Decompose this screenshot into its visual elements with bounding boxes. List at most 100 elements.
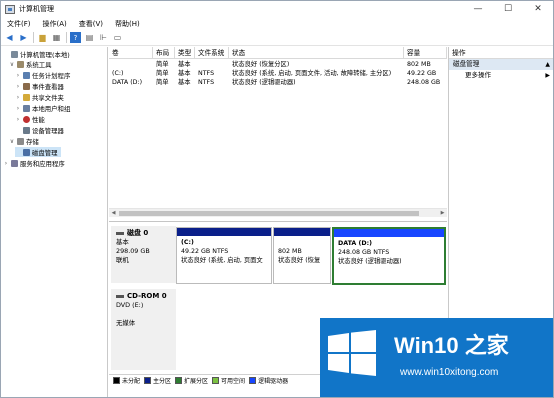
tree-item-shared-folders[interactable]: › 共享文件夹	[15, 92, 64, 102]
help-icon[interactable]: ?	[70, 32, 81, 43]
partition-size: 49.22 GB NTFS	[181, 248, 229, 255]
column-header-layout[interactable]: 布局	[153, 47, 175, 59]
legend-swatch	[113, 377, 120, 384]
menu-help[interactable]: 帮助(H)	[109, 19, 146, 29]
partition-size: 248.08 GB NTFS	[338, 249, 390, 256]
legend-item: 扩展分区	[175, 376, 208, 385]
cell-type: 基本	[178, 79, 191, 86]
tree-item-performance[interactable]: › 性能	[15, 114, 45, 124]
show-hide-tree-icon[interactable]: ▦	[51, 32, 62, 43]
legend-item: 未分配	[113, 376, 140, 385]
partition-recovery[interactable]: 802 MB 状态良好 (恢复	[273, 227, 331, 284]
tree-item-services-apps[interactable]: › 服务和应用程序	[3, 158, 65, 168]
tree-item-task-scheduler[interactable]: › 任务计划程序	[15, 70, 70, 80]
disk-action-icon[interactable]: ⊩	[98, 32, 109, 43]
view-icon[interactable]: ▭	[112, 32, 123, 43]
partition-data-d[interactable]: DATA (D:) 248.08 GB NTFS 状态良好 (逻辑驱动器)	[332, 227, 446, 285]
scrollbar-thumb[interactable]	[119, 211, 419, 216]
volume-table-header: 卷 布局 类型 文件系统 状态 容量	[109, 47, 447, 59]
menu-file[interactable]: 文件(F)	[1, 19, 37, 29]
legend-label: 可用空间	[221, 378, 246, 385]
window-title: 计算机管理	[19, 5, 54, 13]
column-header-capacity[interactable]: 容量	[404, 47, 447, 59]
column-header-filesystem[interactable]: 文件系统	[195, 47, 229, 59]
minimize-button[interactable]: —	[463, 1, 493, 17]
tree-item-storage[interactable]: ∨ 存储	[9, 136, 39, 146]
properties-icon[interactable]: ▤	[84, 32, 95, 43]
more-actions-item[interactable]: 更多操作 ▶	[449, 70, 553, 81]
table-row[interactable]: (C:) 简单 基本 NTFS 状态良好 (系统, 启动, 页面文件, 活动, …	[109, 69, 447, 78]
horizontal-scrollbar[interactable]: ◀ ▶	[109, 208, 447, 217]
tree-item-local-users[interactable]: › 本地用户和组	[15, 103, 70, 113]
cell-filesystem: NTFS	[198, 70, 215, 77]
disk-status: 无媒体	[116, 319, 136, 327]
legend-item: 可用空间	[212, 376, 245, 385]
menu-view[interactable]: 查看(V)	[73, 19, 109, 29]
expander-icon[interactable]: ›	[15, 94, 21, 101]
legend-label: 主分区	[153, 378, 172, 385]
users-icon	[23, 104, 30, 112]
collapse-icon[interactable]: ▲	[545, 59, 550, 70]
legend-label: 未分配	[122, 378, 141, 385]
tree-item-device-manager[interactable]: 设备管理器	[15, 125, 64, 135]
column-header-type[interactable]: 类型	[175, 47, 195, 59]
expander-icon[interactable]: ›	[15, 105, 21, 112]
tree-item-computer-management[interactable]: 计算机管理(本地)	[3, 49, 70, 59]
cell-layout: 简单	[156, 70, 169, 77]
cell-capacity: 802 MB	[407, 61, 431, 68]
partition-status: 状态良好 (逻辑驱动器)	[338, 258, 402, 265]
expander-icon[interactable]: ›	[15, 83, 21, 90]
actions-section-disk-management[interactable]: 磁盘管理 ▲	[449, 59, 553, 70]
clock-icon	[23, 71, 30, 79]
cell-type: 基本	[178, 70, 191, 77]
back-icon[interactable]: ◀	[4, 32, 15, 43]
toolbar: ◀ ▶ ▆ ▦ ? ▤ ⊩ ▭	[1, 30, 553, 46]
disk-0-info[interactable]: 磁盘 0 基本 298.09 GB 联机	[111, 226, 176, 283]
tree-item-event-viewer[interactable]: › 事件查看器	[15, 81, 64, 91]
cdrom-0-info[interactable]: CD-ROM 0 DVD (E:) 无媒体	[111, 289, 176, 370]
legend-item: 逻辑驱动器	[249, 376, 288, 385]
cell-filesystem	[195, 60, 229, 69]
navigation-tree: 计算机管理(本地) ∨ 系统工具 › 任务计划程序 › 事件查看器 › 共享文件…	[1, 47, 108, 397]
storage-icon	[17, 137, 24, 145]
toolbar-separator	[66, 32, 67, 43]
table-row[interactable]: DATA (D:) 简单 基本 NTFS 状态良好 (逻辑驱动器) 248.08…	[109, 78, 447, 87]
disk-icon	[116, 232, 124, 235]
tree-item-label: 磁盘管理	[32, 148, 58, 157]
expander-icon[interactable]: ∨	[9, 61, 15, 68]
scroll-left-icon[interactable]: ◀	[109, 209, 118, 218]
legend-swatch	[212, 377, 220, 384]
expander-icon[interactable]: ∨	[9, 138, 15, 145]
partition-title: (C:)	[181, 239, 194, 246]
up-folder-icon[interactable]: ▆	[37, 32, 48, 43]
disk-name: CD-ROM 0	[127, 292, 167, 300]
legend-swatch	[144, 377, 152, 384]
cell-volume: DATA (D:)	[112, 79, 143, 86]
tree-item-label: 存储	[26, 137, 39, 146]
table-row[interactable]: 简单 基本 状态良好 (恢复分区) 802 MB	[109, 60, 447, 69]
forward-icon[interactable]: ▶	[18, 32, 29, 43]
partition-status: 状态良好 (系统, 启动, 页面文	[181, 257, 263, 264]
cell-volume: (C:)	[112, 70, 124, 77]
submenu-arrow-icon: ▶	[545, 72, 550, 79]
scroll-right-icon[interactable]: ▶	[438, 209, 447, 218]
expander-icon[interactable]: ›	[3, 160, 9, 167]
menu-action[interactable]: 操作(A)	[37, 19, 73, 29]
actions-header: 操作	[449, 47, 553, 59]
tree-item-label: 性能	[32, 115, 45, 124]
column-header-status[interactable]: 状态	[229, 47, 404, 59]
tree-item-system-tools[interactable]: ∨ 系统工具	[9, 59, 52, 69]
expander-icon[interactable]: ›	[15, 72, 21, 79]
partition-c[interactable]: (C:) 49.22 GB NTFS 状态良好 (系统, 启动, 页面文	[176, 227, 272, 284]
expander-icon[interactable]: ›	[15, 116, 21, 123]
close-button[interactable]: ✕	[523, 1, 553, 17]
maximize-button[interactable]: ☐	[493, 1, 523, 17]
computer-management-window: 计算机管理 — ☐ ✕ 文件(F) 操作(A) 查看(V) 帮助(H) ◀ ▶ …	[0, 0, 554, 398]
cell-layout: 简单	[156, 79, 169, 86]
logical-drive-bar	[334, 229, 444, 237]
primary-partition-bar	[177, 228, 271, 236]
tree-item-label: 任务计划程序	[32, 71, 71, 80]
tree-item-disk-management[interactable]: 磁盘管理	[15, 147, 61, 157]
windows-logo-icon	[328, 330, 376, 376]
column-header-volume[interactable]: 卷	[109, 47, 153, 59]
